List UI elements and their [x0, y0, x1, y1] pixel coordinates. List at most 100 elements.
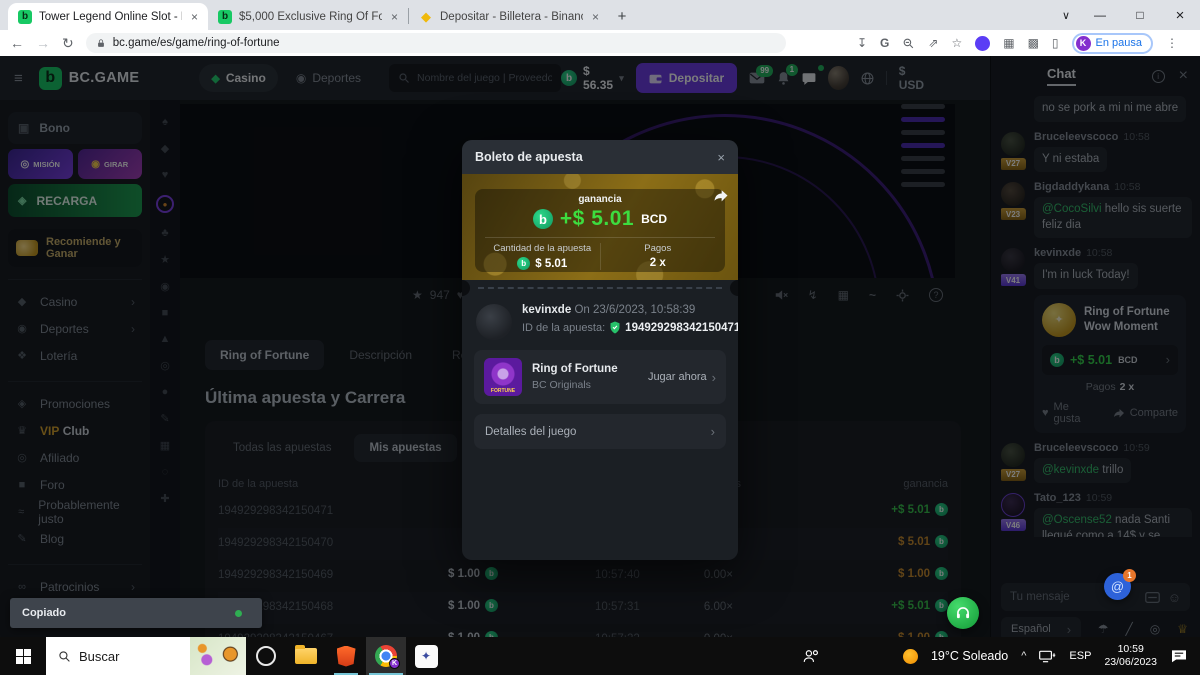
zoom-icon[interactable]	[902, 37, 915, 50]
start-button[interactable]	[0, 637, 46, 675]
taskbar-tray: 19°C Soleado ^ ESP 10:59 23/06/2023	[803, 643, 1200, 669]
win-card: ganancia b +$ 5.01 BCD Cantidad de la ap…	[475, 189, 725, 272]
download-icon[interactable]: ↧	[857, 36, 867, 50]
qr-extension-icon[interactable]: ▦	[1003, 36, 1014, 50]
share-icon[interactable]: ⇗	[928, 36, 938, 50]
game-provider: BC Originals	[532, 379, 618, 391]
ticket-perforation	[462, 280, 738, 296]
bcgame-favicon: b	[218, 10, 232, 24]
cortana-button[interactable]	[246, 637, 286, 675]
reload-button[interactable]: ↻	[62, 35, 74, 52]
tab-search-caret-icon[interactable]: ∨	[1062, 0, 1070, 30]
translate-icon[interactable]: G	[880, 36, 889, 50]
tab-close-icon[interactable]: ×	[189, 10, 200, 24]
bcgame-page: ≡ b BC.GAME ◆ Casino ◉ Deportes	[0, 56, 1200, 637]
chrome-icon: K	[375, 645, 397, 667]
game-info-row[interactable]: FORTUNE Ring of Fortune BC Originals Jug…	[474, 350, 726, 404]
browser-tab-1[interactable]: b Tower Legend Online Slot - Play o ×	[8, 3, 208, 30]
divider	[485, 237, 715, 238]
game-details-row[interactable]: Detalles del juego ›	[474, 414, 726, 449]
brave-icon	[337, 646, 356, 667]
extensions-puzzle-icon[interactable]: ▩	[1028, 36, 1039, 50]
weather-sun-icon[interactable]	[903, 649, 918, 664]
live-support-button[interactable]	[947, 597, 979, 629]
chevron-right-icon: ›	[712, 370, 716, 385]
file-explorer-button[interactable]	[286, 637, 326, 675]
bet-amount-label: Cantidad de la apuesta	[485, 243, 600, 254]
share-icon[interactable]	[713, 189, 729, 202]
bet-id-value: 194929298342150471	[625, 322, 738, 334]
bet-user-row: kevinxde On 23/6/2023, 10:58:39 ID de la…	[462, 296, 738, 346]
bcd-coin-icon: b	[533, 209, 553, 229]
browser-menu-icon[interactable]: ⋮	[1166, 36, 1178, 50]
copied-toast: Copiado	[10, 598, 262, 628]
back-button[interactable]: ←	[10, 35, 24, 51]
tab-close-icon[interactable]: ×	[590, 10, 601, 24]
maximize-button[interactable]: □	[1120, 8, 1160, 22]
browser-tab-3[interactable]: ◆ Depositar - Billetera - Binance ×	[409, 3, 609, 30]
mention-scroll-button[interactable]: @ 1	[1104, 573, 1131, 600]
tray-expand-icon[interactable]: ^	[1021, 650, 1026, 662]
toast-dot	[235, 610, 242, 617]
window-controls: — □ ×	[1080, 0, 1200, 30]
minimize-button[interactable]: —	[1080, 8, 1120, 22]
win-amount: +$ 5.01	[560, 207, 634, 231]
taskbar-apps: K ✦	[246, 637, 446, 675]
avatar[interactable]	[476, 304, 512, 340]
weather-text[interactable]: 19°C Soleado	[931, 649, 1008, 663]
profile-avatar: K	[1076, 36, 1091, 51]
browser-tab-2[interactable]: b $5,000 Exclusive Ring Of Fortune ×	[208, 3, 408, 30]
address-bar[interactable]: bc.game/es/game/ring-of-fortune	[86, 33, 786, 53]
toolbar-actions: ↧ G ⇗ ☆ ▦ ▩ ▯ K En pausa ⋮	[857, 33, 1190, 54]
side-panel-icon[interactable]: ▯	[1052, 36, 1059, 50]
geogebra-button[interactable]: ✦	[406, 637, 446, 675]
notch	[730, 280, 738, 296]
search-artwork	[190, 637, 246, 675]
profile-status: En pausa	[1096, 37, 1142, 49]
keyboard-language[interactable]: ESP	[1069, 650, 1091, 662]
browser-profile-button[interactable]: K En pausa	[1072, 33, 1153, 54]
win-banner: ganancia b +$ 5.01 BCD Cantidad de la ap…	[462, 174, 738, 280]
taskbar-search[interactable]: Buscar	[46, 637, 246, 675]
folder-icon	[295, 648, 317, 664]
at-icon: @	[1111, 579, 1124, 594]
win-currency: BCD	[641, 212, 667, 226]
bet-amount-value: $ 5.01	[535, 258, 567, 270]
windows-logo-icon	[16, 649, 31, 664]
screen: b Tower Legend Online Slot - Play o × b …	[0, 0, 1200, 675]
extension-icon[interactable]	[975, 36, 990, 51]
browser-tabstrip: b Tower Legend Online Slot - Play o × b …	[0, 0, 1200, 30]
people-icon[interactable]	[803, 649, 820, 663]
new-tab-button[interactable]: +	[609, 3, 635, 29]
taskbar-clock[interactable]: 10:59 23/06/2023	[1104, 643, 1157, 669]
tab-title: Depositar - Billetera - Binance	[440, 11, 583, 23]
search-icon	[58, 650, 71, 663]
modal-close-icon[interactable]: ×	[717, 150, 725, 165]
headset-icon	[955, 606, 971, 620]
forward-button[interactable]: →	[36, 35, 50, 51]
tab-title: Tower Legend Online Slot - Play o	[39, 11, 182, 23]
lock-icon	[96, 38, 106, 49]
bcd-coin-icon: b	[517, 257, 530, 270]
chrome-profile-badge: K	[389, 658, 400, 669]
url-text: bc.game/es/game/ring-of-fortune	[113, 37, 280, 49]
bet-ticket-modal: Boleto de apuesta × ganancia b +$ 5.01 B…	[462, 140, 738, 560]
shield-verified-icon	[609, 321, 621, 334]
bookmark-star-icon[interactable]: ☆	[951, 36, 962, 50]
payout-value: 2 x	[650, 257, 666, 269]
chrome-button[interactable]: K	[366, 637, 406, 675]
play-now-label: Jugar ahora	[648, 371, 707, 383]
brave-button[interactable]	[326, 637, 366, 675]
chevron-right-icon: ›	[711, 424, 715, 439]
bet-username[interactable]: kevinxde	[522, 304, 571, 316]
mention-count-badge: 1	[1123, 569, 1136, 582]
tab-close-icon[interactable]: ×	[389, 10, 400, 24]
close-window-button[interactable]: ×	[1160, 7, 1200, 24]
clock-time: 10:59	[1104, 643, 1157, 656]
play-now-button[interactable]: Jugar ahora ›	[648, 370, 716, 385]
binance-favicon: ◆	[419, 10, 433, 24]
dashed-line	[478, 287, 722, 289]
network-icon[interactable]	[1039, 650, 1056, 663]
action-center-icon[interactable]	[1170, 649, 1188, 663]
modal-header: Boleto de apuesta ×	[462, 140, 738, 174]
